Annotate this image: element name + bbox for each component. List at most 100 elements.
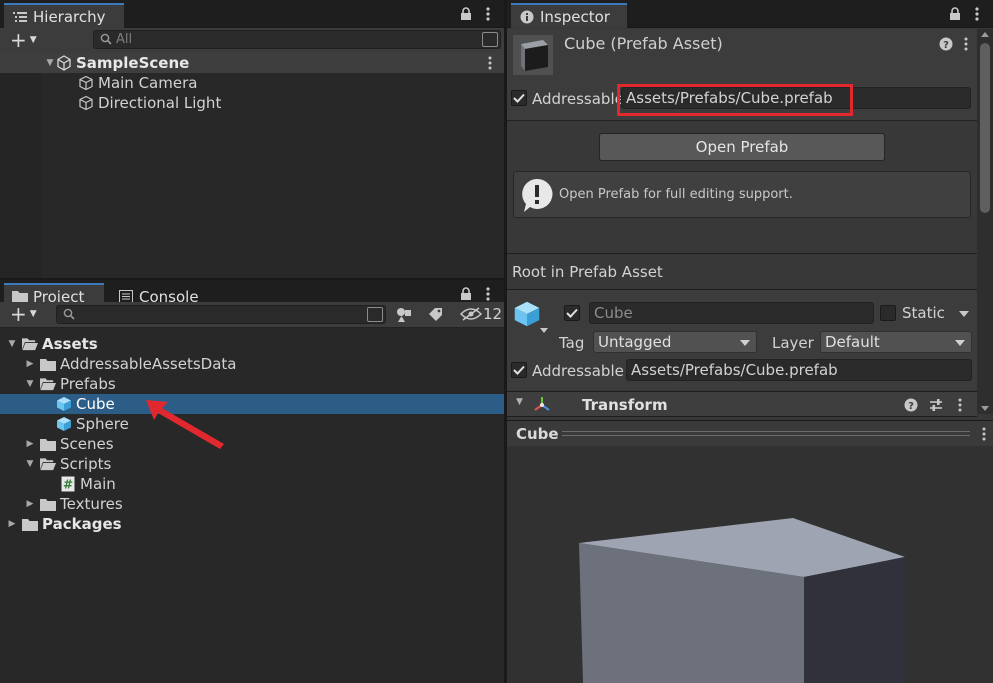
collapse-arrow-icon[interactable]: ▶ — [24, 439, 36, 449]
project-toolbar: + ▼ 12 — [0, 302, 504, 328]
preview-more-icon[interactable] — [982, 427, 986, 445]
dropdown-arrow-icon — [955, 340, 965, 346]
search-expand-icon[interactable] — [482, 32, 498, 47]
transform-presets-icon[interactable] — [929, 398, 943, 416]
highlight-box — [617, 84, 853, 116]
transform-help-icon[interactable]: ? — [904, 398, 918, 416]
addressable-checkbox-2[interactable] — [511, 362, 527, 378]
expand-arrow-icon[interactable]: ▼ — [6, 339, 18, 349]
search-by-type-icon[interactable] — [396, 307, 412, 327]
inspector-more-icon[interactable] — [969, 6, 985, 22]
preview-viewport[interactable] — [507, 446, 993, 683]
tree-item-textures[interactable]: ▶ Textures — [0, 494, 504, 514]
expand-arrow-icon[interactable]: ▼ — [44, 58, 56, 68]
tree-item-label: Scripts — [60, 455, 112, 473]
hierarchy-search-placeholder: All — [116, 32, 133, 47]
hidden-packages-count: 12 — [483, 305, 503, 323]
hierarchy-lock-icon[interactable] — [458, 6, 474, 22]
collapse-arrow-icon[interactable]: ▶ — [24, 359, 36, 369]
annotation-arrow — [146, 400, 224, 449]
tree-item-prefabs[interactable]: ▼ Prefabs — [0, 374, 504, 394]
asset-more-icon[interactable] — [964, 37, 968, 55]
expand-arrow-icon[interactable]: ▼ — [24, 459, 36, 469]
tab-inspector[interactable]: Inspector — [511, 3, 627, 28]
hierarchy-item-main-camera[interactable]: Main Camera — [0, 73, 504, 93]
object-name-field[interactable]: Cube — [589, 302, 874, 324]
project-search-input[interactable] — [56, 305, 386, 324]
plus-icon: + — [10, 28, 27, 52]
hierarchy-more-icon[interactable] — [480, 6, 496, 22]
search-expand-icon[interactable] — [367, 307, 383, 322]
hierarchy-item-label: Directional Light — [98, 94, 222, 112]
scrollbar-down-arrow-icon[interactable] — [981, 406, 989, 411]
tree-item-assets[interactable]: ▼ Assets — [0, 334, 504, 354]
scene-more-icon[interactable] — [488, 56, 492, 74]
project-panel: Project Console + ▼ 12 ▼ Assets ▶ Addres… — [0, 280, 504, 683]
project-more-icon[interactable] — [480, 286, 496, 302]
project-lock-icon[interactable] — [458, 286, 474, 302]
inspector-lock-icon[interactable] — [947, 6, 963, 22]
tag-dropdown[interactable]: Untagged — [593, 331, 757, 353]
tree-item-scripts[interactable]: ▼ Scripts — [0, 454, 504, 474]
inspector-scrollbar[interactable] — [977, 29, 993, 414]
search-by-label-icon[interactable] — [428, 307, 444, 327]
tree-item-scenes[interactable]: ▶ Scenes — [0, 434, 504, 454]
transform-header[interactable]: ▼ Transform ? — [507, 391, 977, 417]
expand-arrow-icon[interactable]: ▼ — [24, 379, 36, 389]
open-prefab-label: Open Prefab — [695, 138, 789, 156]
collapse-arrow-icon[interactable]: ▶ — [24, 499, 36, 509]
inspector-panel: Inspector Cube (Prefab Asset) ? Addressa… — [507, 0, 993, 683]
layer-dropdown[interactable]: Default — [820, 331, 972, 353]
hierarchy-panel: Hierarchy + ▼ All ▼ SampleScene Main Cam… — [0, 0, 504, 278]
hierarchy-create-button[interactable]: + ▼ — [10, 30, 37, 50]
preview-header: Cube — [507, 420, 993, 446]
svg-text:?: ? — [908, 401, 914, 412]
scene-row[interactable]: ▼ SampleScene — [0, 53, 504, 73]
preview-drag-handle[interactable] — [562, 431, 970, 436]
addressable-path-value-2: Assets/Prefabs/Cube.prefab — [631, 361, 838, 379]
tree-item-label: Scenes — [60, 435, 114, 453]
tree-item-main[interactable]: # Main — [0, 474, 504, 494]
dropdown-arrow-icon — [740, 340, 750, 346]
hierarchy-item-directional-light[interactable]: Directional Light — [0, 93, 504, 113]
hierarchy-list-icon — [12, 9, 28, 25]
unity-scene-icon — [56, 55, 72, 71]
hidden-packages-toggle[interactable]: 12 — [460, 305, 502, 323]
root-header: Root in Prefab Asset — [512, 263, 663, 281]
collapse-arrow-icon[interactable]: ▼ — [516, 397, 523, 407]
tree-item-packages[interactable]: ▶ Packages — [0, 514, 504, 534]
tree-item-addressable-assets-data[interactable]: ▶ AddressableAssetsData — [0, 354, 504, 374]
transform-more-icon[interactable] — [958, 398, 962, 416]
help-box: Open Prefab for full editing support. — [513, 171, 971, 218]
project-create-button[interactable]: + ▼ — [10, 304, 37, 324]
hierarchy-tabbar: Hierarchy — [0, 0, 504, 28]
folder-icon — [40, 356, 56, 372]
checkmark-icon — [566, 308, 578, 318]
tree-item-sphere[interactable]: Sphere — [0, 414, 504, 434]
gameobject-cube-icon — [78, 95, 94, 111]
open-folder-icon — [40, 376, 56, 392]
tree-item-cube[interactable]: Cube — [0, 394, 504, 414]
addressable-path-field-2[interactable]: Assets/Prefabs/Cube.prefab — [626, 359, 972, 381]
prefab-icon — [56, 416, 72, 432]
tag-value: Untagged — [598, 333, 672, 351]
active-checkbox[interactable] — [564, 305, 580, 321]
tree-item-label: Textures — [60, 495, 123, 513]
object-name-value: Cube — [594, 304, 633, 322]
static-dropdown-arrow-icon[interactable] — [959, 311, 969, 317]
help-icon[interactable]: ? — [939, 37, 953, 55]
preview-title: Cube — [516, 425, 559, 443]
addressable-checkbox[interactable] — [511, 90, 527, 106]
scene-name: SampleScene — [76, 54, 190, 72]
icon-dropdown-arrow-icon[interactable] — [540, 328, 548, 333]
scrollbar-up-arrow-icon[interactable] — [981, 32, 989, 37]
collapse-arrow-icon[interactable]: ▶ — [6, 519, 18, 529]
svg-text:?: ? — [943, 40, 949, 51]
static-checkbox[interactable] — [880, 305, 896, 321]
open-prefab-button[interactable]: Open Prefab — [599, 133, 885, 161]
scrollbar-thumb[interactable] — [980, 43, 990, 213]
asset-title: Cube (Prefab Asset) — [564, 34, 723, 53]
tab-hierarchy[interactable]: Hierarchy — [4, 3, 124, 28]
open-folder-icon — [22, 336, 38, 352]
hierarchy-search-input[interactable]: All — [93, 30, 501, 49]
